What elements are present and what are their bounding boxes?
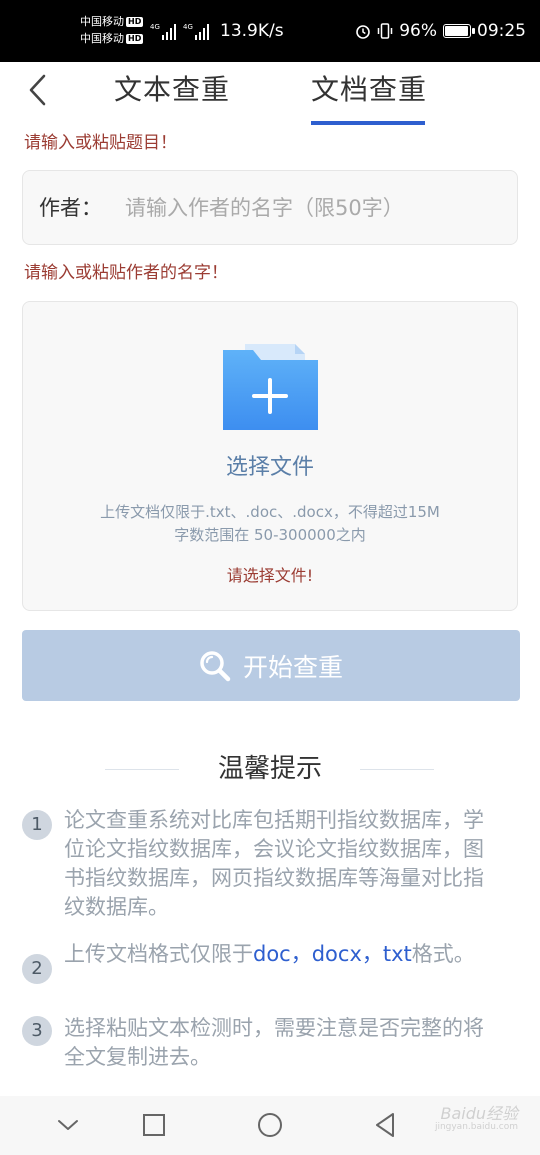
recent-apps-icon[interactable] — [139, 1110, 169, 1140]
status-bar: 中国移动 HD 中国移动 HD 4G 4G 13.9K/s 96% 09:25 — [0, 0, 540, 62]
tip-formats: doc，docx，txt — [253, 942, 412, 966]
watermark: Baidu经验 jingyan.baidu.com — [420, 1096, 518, 1142]
battery-icon — [443, 24, 475, 38]
file-upload-area[interactable]: 选择文件 上传文档仅限于.txt、.doc、.docx，不得超过15M 字数范围… — [22, 301, 518, 611]
tip-number: 1 — [22, 810, 52, 840]
tab-document-check[interactable]: 文档查重 — [311, 70, 427, 110]
vibrate-icon — [377, 23, 393, 39]
network-speed: 13.9K/s — [220, 21, 284, 41]
author-field: 作者： — [22, 170, 518, 245]
carrier-2: 中国移动 — [80, 32, 124, 45]
start-check-label: 开始查重 — [242, 652, 343, 682]
tip-text: 上传文档格式仅限于doc，docx，txt格式。 — [64, 940, 504, 969]
title-error: 请输入或粘贴题目！ — [24, 133, 177, 153]
alarm-icon — [356, 25, 371, 39]
tips-header: 温馨提示 — [0, 748, 540, 792]
watermark-text: Baidu经验 — [440, 1104, 518, 1123]
file-error: 请选择文件! — [226, 566, 314, 585]
hd-badge-2: HD — [126, 34, 144, 44]
author-input[interactable] — [125, 189, 505, 227]
upload-format-hint: 上传文档仅限于.txt、.doc、.docx，不得超过15M — [100, 503, 440, 521]
tips-divider-right — [360, 769, 434, 770]
clock: 09:25 — [477, 21, 526, 41]
author-label: 作者： — [39, 196, 102, 220]
battery-percent: 96% — [399, 21, 437, 41]
tip-text: 选择粘贴文本检测时，需要注意是否完整的将全文复制进去。 — [64, 1016, 484, 1069]
tip-number: 3 — [22, 1016, 52, 1046]
tip-text: 论文查重系统对比库包括期刊指纹数据库，学位论文指纹数据库，会议论文指纹数据库，图… — [64, 808, 484, 919]
signal-icon: 4G 4G — [150, 23, 209, 40]
tip-text-suffix: 格式。 — [411, 942, 475, 966]
svg-text:4G: 4G — [150, 23, 160, 31]
start-check-button[interactable]: 开始查重 — [22, 630, 520, 701]
chevron-down-icon[interactable] — [53, 1110, 83, 1140]
active-tab-indicator — [311, 121, 425, 125]
tips-title: 温馨提示 — [217, 754, 322, 784]
folder-add-icon — [223, 344, 318, 430]
back-icon[interactable] — [24, 70, 54, 110]
tip-text-prefix: 上传文档格式仅限于 — [64, 942, 253, 966]
hd-badge: HD — [126, 17, 144, 27]
home-icon[interactable] — [255, 1110, 285, 1140]
upload-range-hint: 字数范围在 50-300000之内 — [174, 526, 366, 544]
author-error: 请输入或粘贴作者的名字！ — [24, 263, 228, 283]
carrier-1: 中国移动 — [80, 15, 124, 28]
choose-file-label[interactable]: 选择文件 — [23, 453, 517, 483]
search-icon — [200, 650, 231, 681]
svg-text:4G: 4G — [183, 23, 193, 31]
tip-number: 2 — [22, 954, 52, 984]
watermark-sub: jingyan.baidu.com — [434, 1122, 518, 1132]
back-nav-icon[interactable] — [371, 1110, 401, 1140]
battery-fill — [445, 26, 468, 36]
tab-text-check[interactable]: 文本查重 — [114, 70, 230, 110]
